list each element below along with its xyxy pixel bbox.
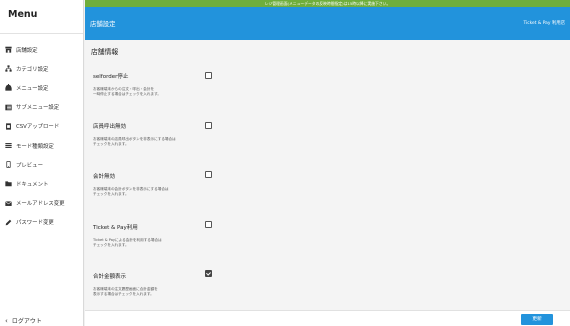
checkout-disable-checkbox[interactable]: [205, 171, 212, 178]
setting-label: 店員呼出無効: [93, 124, 127, 130]
setting-staff-call-disable: 店員呼出無効 お客様端末の店員呼出ボタンを非表示にする場合は チェックを入れます…: [93, 122, 233, 148]
sidebar-title: Menu: [0, 0, 83, 34]
category-icon: [5, 65, 12, 72]
sidebar-item-change-password[interactable]: パスワード変更: [0, 213, 83, 232]
sidebar-item-label: 店舗設定: [16, 47, 38, 54]
sidebar-item-label: CSVアップロード: [16, 124, 60, 131]
main-content: 店舗情報 selforder停止 お客様端末からの注文・呼出・会計を 一時停止す…: [85, 40, 570, 310]
sidebar-item-mode-settings[interactable]: モード種類設定: [0, 136, 83, 155]
section-title: 店舗情報: [91, 48, 119, 56]
setting-description: お客様端末の会計ボタンを非表示にする場合は チェックを入れます。: [93, 187, 169, 197]
sidebar-menu: 店舗設定 カテゴリ設定 メニュー設定 サブメニュー設定 CSVアップロード モー…: [0, 34, 83, 232]
sidebar-item-menu-settings[interactable]: メニュー設定: [0, 78, 83, 97]
setting-selforder-stop: selforder停止 お客様端末からの注文・呼出・会計を 一時停止する場合はチ…: [93, 72, 233, 98]
sidebar-item-label: メールアドレス変更: [16, 201, 65, 208]
sidebar-item-submenu-settings[interactable]: サブメニュー設定: [0, 98, 83, 117]
setting-show-total: 合計金額表示 お客様端末の注文履歴画面に合計金額を 表示する場合はチェックを入れ…: [93, 272, 233, 298]
pencil-icon: [5, 219, 12, 226]
sidebar-item-preview[interactable]: プレビュー: [0, 155, 83, 174]
store-type-label: Ticket & Pay 利用店: [523, 21, 565, 26]
setting-ticket-and-pay: Ticket & Pay利用 Ticket & Payによる会計を利用する場合は…: [93, 223, 233, 249]
update-button[interactable]: 更新: [521, 314, 553, 325]
sidebar-item-store-settings[interactable]: 店舗設定: [0, 40, 83, 59]
footer-bar: 更新: [85, 310, 570, 326]
folder-icon: [5, 180, 12, 187]
sidebar-item-label: メニュー設定: [16, 85, 49, 92]
notice-banner: レジ管理画面(メニューデータの反映時間指定)は15時以降に実施下さい。: [85, 0, 570, 7]
envelope-icon: [5, 200, 12, 207]
sidebar-item-category-settings[interactable]: カテゴリ設定: [0, 59, 83, 78]
sidebar-item-label: カテゴリ設定: [16, 66, 49, 73]
csv-file-icon: [5, 123, 12, 130]
selforder-stop-checkbox[interactable]: [205, 72, 212, 79]
ticket-and-pay-checkbox[interactable]: [205, 221, 212, 228]
page-title: 店舗設定: [90, 20, 116, 28]
setting-description: お客様端末の注文履歴画面に合計金額を 表示する場合はチェックを入れます。: [93, 287, 158, 297]
store-icon: [5, 46, 12, 53]
sidebar-item-label: モード種類設定: [16, 143, 54, 150]
app-window: Menu 店舗設定 カテゴリ設定 メニュー設定 サブメニュー設定 CSVアップロ…: [0, 0, 570, 326]
sidebar-item-label: プレビュー: [16, 162, 43, 169]
setting-checkout-disable: 会計無効 お客様端末の会計ボタンを非表示にする場合は チェックを入れます。: [93, 172, 233, 198]
logout-link[interactable]: ‹ ログアウト: [5, 316, 42, 326]
show-total-checkbox[interactable]: [205, 270, 212, 277]
setting-label: selforder停止: [93, 74, 129, 80]
mobile-icon: [5, 161, 12, 169]
setting-label: 会計無効: [93, 174, 116, 180]
sidebar-item-label: ドキュメント: [16, 181, 49, 188]
sidebar-item-csv-upload[interactable]: CSVアップロード: [0, 117, 83, 136]
sidebar: Menu 店舗設定 カテゴリ設定 メニュー設定 サブメニュー設定 CSVアップロ…: [0, 0, 84, 326]
sidebar-item-change-email[interactable]: メールアドレス変更: [0, 194, 83, 213]
top-bar: 店舗設定 Ticket & Pay 利用店: [85, 7, 570, 40]
sidebar-item-label: サブメニュー設定: [16, 105, 60, 112]
chevron-left-icon: ‹: [5, 316, 8, 325]
setting-label: 合計金額表示: [93, 274, 127, 280]
setting-description: Ticket & Payによる会計を利用する場合は チェックを入れます。: [93, 238, 162, 248]
staff-call-disable-checkbox[interactable]: [205, 122, 212, 129]
menu-icon: [5, 84, 12, 92]
sidebar-item-documents[interactable]: ドキュメント: [0, 174, 83, 193]
setting-description: お客様端末の店員呼出ボタンを非表示にする場合は チェックを入れます。: [93, 137, 176, 147]
sidebar-item-label: パスワード変更: [16, 220, 54, 227]
list-icon: [5, 142, 12, 149]
setting-label: Ticket & Pay利用: [93, 225, 138, 231]
setting-description: お客様端末からの注文・呼出・会計を 一時停止する場合はチェックを入れます。: [93, 87, 161, 97]
logout-label: ログアウト: [11, 318, 42, 325]
submenu-icon: [5, 104, 12, 111]
